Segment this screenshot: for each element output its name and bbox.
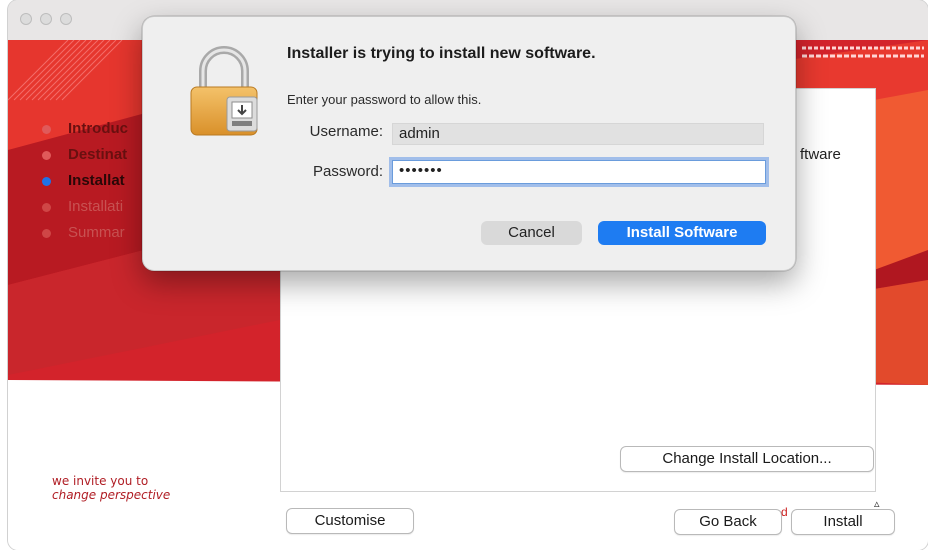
resize-grip-icon: ▵ [874,498,880,510]
zoom-window-button[interactable] [60,13,72,25]
step-dot [42,177,51,186]
step-label: Introduc [68,120,128,137]
step-label: Destinat [68,146,128,163]
minimize-window-button[interactable] [40,13,52,25]
password-label: Password: [312,163,383,180]
password-field[interactable]: ••••••• [392,160,766,184]
step-dot [42,151,51,160]
step-summary: Summar [42,220,128,246]
step-destination: Destinat [42,142,128,168]
partial-char: d [781,505,788,519]
username-label: Username: [309,123,383,140]
brand-logo [798,40,928,70]
step-dot [42,229,51,238]
step-label: Installat [68,172,125,189]
step-dot [42,125,51,134]
cancel-button[interactable]: Cancel [481,221,582,245]
customise-button[interactable]: Customise [286,508,414,534]
step-introduction: Introduc [42,116,128,142]
step-installation: Installati [42,194,128,220]
content-partial-text: ftware [800,146,841,163]
step-label: Summar [68,224,125,241]
tagline-line1: we invite you to [52,474,149,488]
install-button[interactable]: Install [791,509,895,535]
go-back-button[interactable]: Go Back [674,509,782,535]
tagline-line2: change perspective [52,488,171,502]
close-window-button[interactable] [20,13,32,25]
installer-steps: Introduc Destinat Installat Installati S… [42,116,128,246]
brand-tagline: we invite you to change perspective [52,474,170,502]
username-field[interactable]: admin [392,123,764,145]
install-software-button[interactable]: Install Software [598,221,766,245]
change-install-location-button[interactable]: Change Install Location... [620,446,874,472]
lock-icon [190,46,258,136]
step-dot [42,203,51,212]
authentication-dialog: Installer is trying to install new softw… [142,16,796,271]
dialog-message: Enter your password to allow this. [287,92,482,107]
step-installation-type: Installat [42,168,128,194]
dialog-title: Installer is trying to install new softw… [287,45,596,62]
step-label: Installati [68,198,124,215]
